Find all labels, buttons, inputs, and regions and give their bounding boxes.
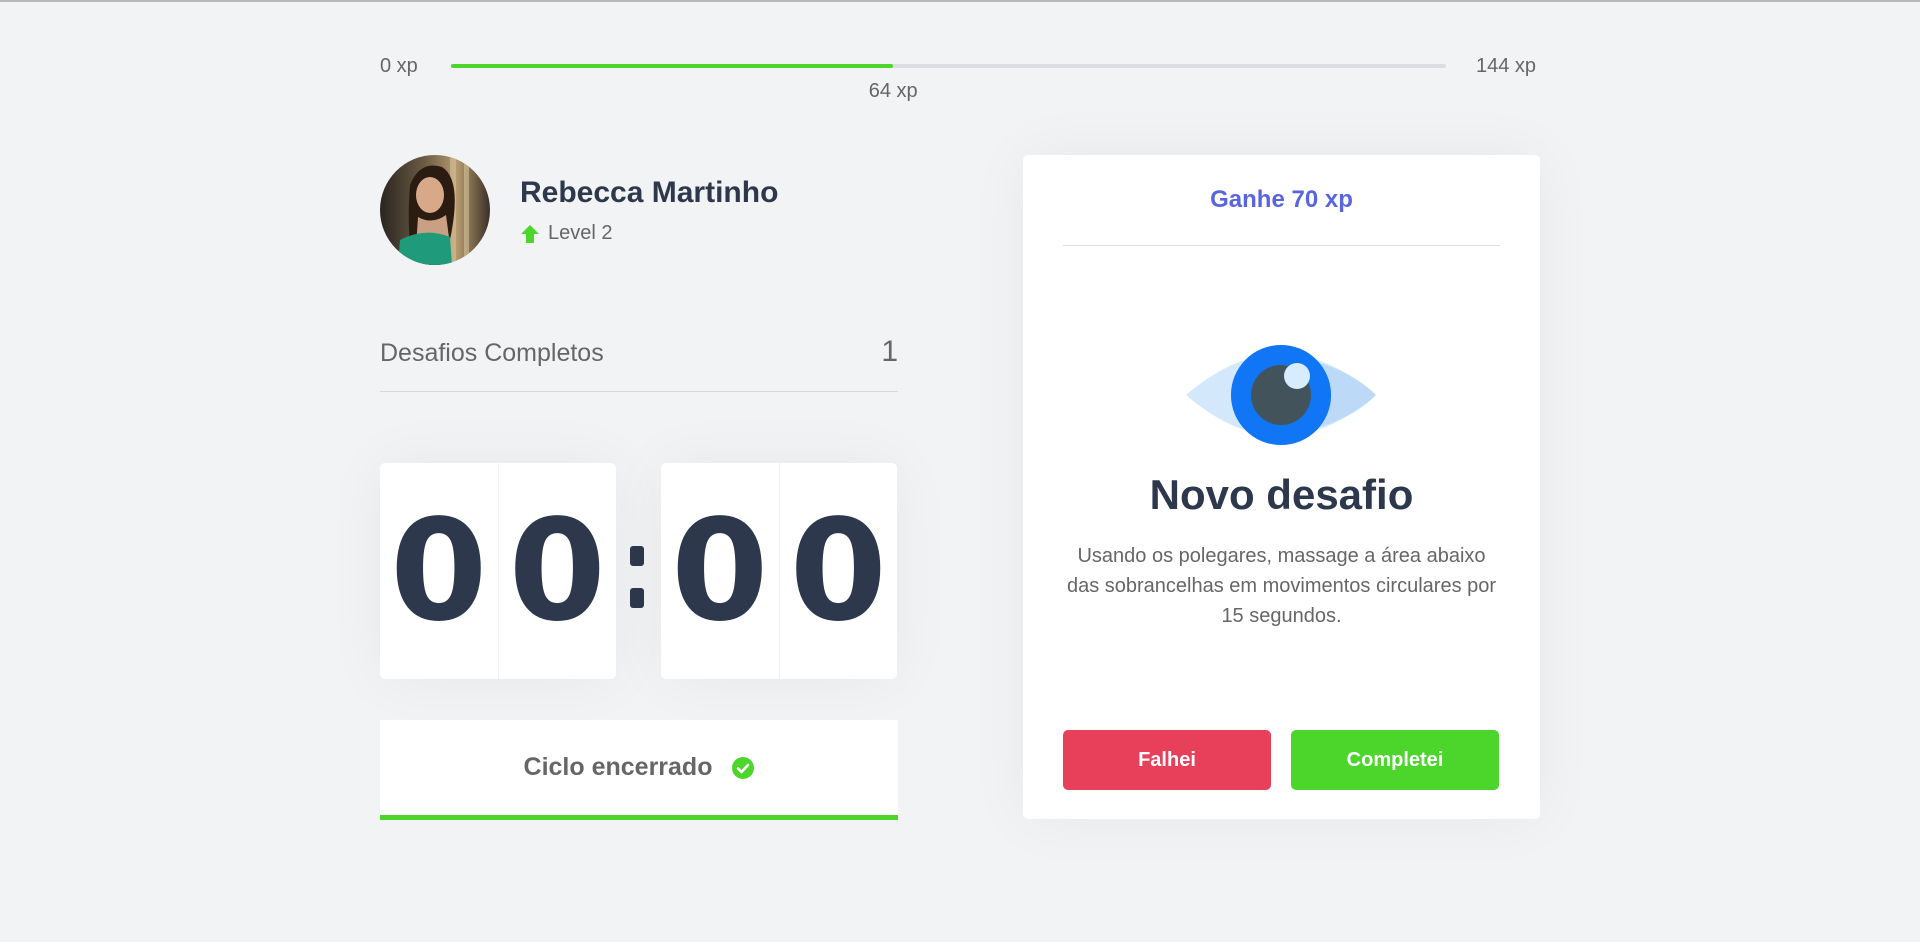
avatar-photo: [380, 155, 490, 265]
check-circle-icon: [732, 756, 755, 779]
challenge-reward: Ganhe 70 xp: [1063, 155, 1500, 246]
xp-track: [451, 64, 1446, 68]
eye-icon: [1186, 345, 1376, 445]
level-row: Level 2: [520, 222, 613, 245]
completed-challenges-count: 1: [881, 335, 898, 368]
minute-digit-right: 0: [497, 463, 617, 679]
countdown-colon: [630, 542, 644, 612]
avatar: [380, 155, 490, 265]
minute-digit-left: 0: [390, 489, 488, 653]
xp-min-label: 0 xp: [380, 55, 418, 77]
profile-name: Rebecca Martinho: [520, 176, 779, 209]
cycle-button-label: Ciclo encerrado: [523, 753, 713, 781]
second-digit-right: 0: [778, 463, 898, 679]
xp-max-label: 144 xp: [1476, 55, 1537, 77]
cycle-ended-button[interactable]: Ciclo encerrado: [380, 720, 898, 820]
countdown-seconds: 0 0: [661, 463, 897, 679]
xp-progress-fill: [451, 64, 894, 68]
challenge-description: Usando os polegares, massage a área abai…: [1066, 545, 1497, 627]
completed-challenges: Desafios Completos 1: [380, 333, 898, 392]
complete-button[interactable]: Completei: [1291, 730, 1499, 790]
countdown-minutes: 0 0: [380, 463, 616, 679]
fail-button[interactable]: Falhei: [1063, 730, 1271, 790]
level-label: Level 2: [548, 222, 613, 244]
xp-current-label: 64 xp: [868, 80, 918, 102]
completed-challenges-label: Desafios Completos: [380, 339, 604, 367]
challenge-card: Ganhe 70 xp Novo desafio Usando os poleg…: [1023, 155, 1540, 819]
challenge-title: Novo desafio: [1149, 471, 1414, 518]
second-digit-left: 0: [671, 489, 769, 653]
level-up-arrow-icon: [521, 224, 539, 243]
